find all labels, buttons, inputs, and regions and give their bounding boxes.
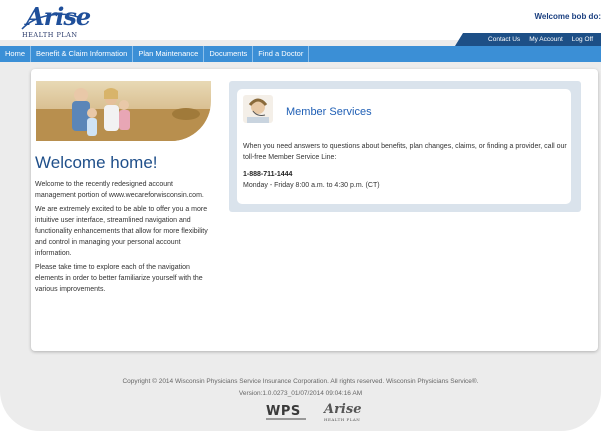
footer-copyright: Copyright © 2014 Wisconsin Physicians Se…: [122, 378, 479, 385]
arise-logo[interactable]: Arise HEALTH PLAN: [20, 2, 91, 39]
footer-version: Version:1.0.0273_01/07/2014 09:04:16 AM: [238, 390, 363, 397]
member-services-title: Member Services: [286, 106, 372, 118]
wps-logo-underline: [266, 418, 306, 420]
welcome-paragraph: Please take time to explore each of the …: [35, 264, 203, 293]
footer-arise-logo: Arise HEALTH PLAN: [324, 402, 361, 422]
wps-logo: WPS: [266, 404, 301, 419]
footer-arise-script: Arise: [324, 402, 362, 417]
nav-item-plan-maintenance[interactable]: Plan Maintenance: [133, 46, 205, 62]
logo-subtitle: HEALTH PLAN: [22, 31, 78, 39]
member-services-phone: 1-888-711-1444: [243, 171, 293, 178]
my-account-link[interactable]: My Account: [529, 36, 563, 43]
member-services-hours: Monday - Friday 8:00 a.m. to 4:30 p.m. (…: [243, 182, 380, 189]
headset-agent-icon: [243, 95, 273, 123]
family-hero-image: [36, 81, 211, 141]
utility-bar: Contact Us My Account Log Off: [455, 33, 601, 46]
welcome-user-text: Welcome bob do:: [534, 12, 601, 21]
log-off-link[interactable]: Log Off: [572, 36, 593, 43]
welcome-paragraph: Welcome to the recently redesigned accou…: [35, 181, 204, 199]
nav-item-benefit-claim[interactable]: Benefit & Claim Information: [31, 46, 134, 62]
member-services-panel: Member Services When you need answers to…: [229, 81, 581, 212]
content-panel: Welcome home! Welcome to the recently re…: [31, 69, 598, 351]
welcome-paragraph: We are extremely excited to be able to o…: [35, 206, 208, 257]
member-services-description: When you need answers to questions about…: [243, 143, 567, 161]
welcome-heading: Welcome home!: [35, 153, 158, 172]
contact-us-link[interactable]: Contact Us: [488, 36, 520, 43]
logo-script: Arise: [26, 2, 91, 31]
nav-item-documents[interactable]: Documents: [204, 46, 254, 62]
welcome-text: Welcome to the recently redesigned accou…: [35, 179, 209, 298]
member-services-card: Member Services When you need answers to…: [237, 89, 571, 204]
footer-logos: WPS Arise HEALTH PLAN: [266, 402, 366, 424]
nav-item-home[interactable]: Home: [0, 46, 32, 62]
nav-item-find-doctor[interactable]: Find a Doctor: [253, 46, 310, 62]
main-nav: Home Benefit & Claim Information Plan Ma…: [0, 46, 601, 62]
footer-arise-sub: HEALTH PLAN: [324, 417, 361, 422]
page-frame: Arise HEALTH PLAN Welcome bob do: Contac…: [0, 0, 601, 431]
